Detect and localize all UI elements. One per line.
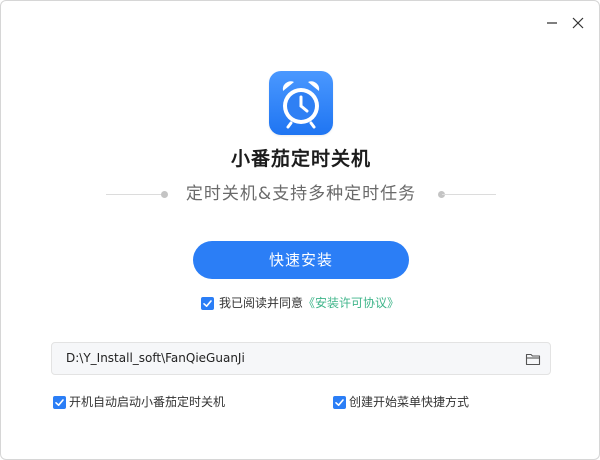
install-path-text: D:\Y_Install_soft\FanQieGuanJi — [66, 351, 245, 365]
agreement-text: 我已阅读并同意《安装许可协议》 — [219, 295, 399, 312]
agreement-prefix: 我已阅读并同意 — [219, 296, 304, 310]
divider-right — [442, 194, 496, 195]
install-path-field[interactable]: D:\Y_Install_soft\FanQieGuanJi — [51, 342, 551, 375]
minimize-icon — [547, 22, 557, 24]
agreement-checkbox[interactable] — [201, 297, 214, 310]
license-agreement-link[interactable]: 《安装许可协议》 — [303, 296, 399, 310]
installer-window: 小番茄定时关机 定时关机&支持多种定时任务 快速安装 我已阅读并同意《安装许可协… — [0, 0, 600, 460]
app-tagline: 定时关机&支持多种定时任务 — [185, 184, 417, 204]
app-logo — [269, 71, 333, 135]
minimize-button[interactable] — [542, 13, 562, 33]
checkmark-icon — [335, 399, 344, 406]
autostart-label: 开机自动启动小番茄定时关机 — [69, 395, 226, 409]
autostart-checkbox[interactable] — [53, 396, 66, 409]
close-button[interactable] — [568, 13, 588, 33]
alarm-clock-icon — [282, 81, 320, 129]
start-menu-shortcut-label: 创建开始菜单快捷方式 — [349, 395, 470, 409]
quick-install-button[interactable]: 快速安装 — [193, 241, 409, 279]
tagline-row: 定时关机&支持多种定时任务 — [1, 182, 599, 206]
close-icon — [572, 17, 584, 29]
folder-icon — [525, 353, 541, 366]
app-title: 小番茄定时关机 — [230, 148, 371, 170]
checkmark-icon — [203, 300, 212, 307]
checkmark-icon — [55, 399, 64, 406]
browse-folder-button[interactable] — [525, 351, 541, 366]
start-menu-shortcut-checkbox[interactable] — [333, 396, 346, 409]
